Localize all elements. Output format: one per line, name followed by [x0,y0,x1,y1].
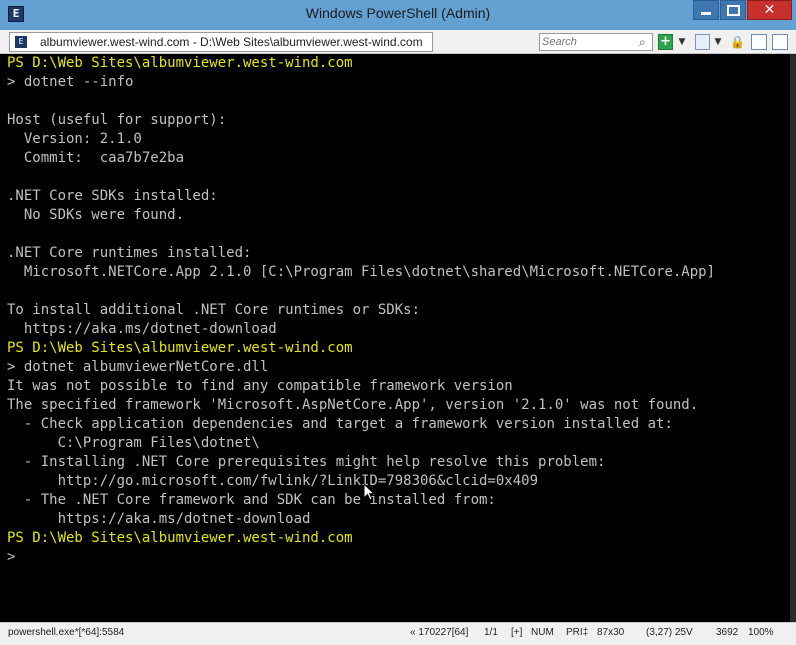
console-line: .NET Core SDKs installed: [7,188,218,204]
console-prompt-line: PS D:\Web Sites\albumviewer.west-wind.co… [7,530,353,546]
status-memory[interactable]: 3692 [716,627,738,638]
console-scrollbar[interactable] [790,54,796,622]
console-line: Host (useful for support): [7,112,227,128]
console-line: It was not possible to find any compatib… [7,378,513,394]
status-bar: powershell.exe*[*64]:5584 « 170227[64] 1… [0,622,796,645]
view-button[interactable] [695,34,710,50]
search-box[interactable]: ⌕ [539,33,653,51]
maximize-icon [726,4,740,16]
console-line: - Installing .NET Core prerequisites mig… [7,454,606,470]
search-input[interactable] [542,34,636,50]
close-icon: ✕ [763,2,776,18]
minimize-button[interactable] [693,0,719,20]
console-prompt-line: PS D:\Web Sites\albumviewer.west-wind.co… [7,340,353,356]
tab-label: albumviewer.west-wind.com - D:\Web Sites… [40,35,423,49]
status-process: powershell.exe*[*64]:5584 [8,627,125,638]
console-prompt-line: PS D:\Web Sites\albumviewer.west-wind.co… [7,55,353,71]
view-dropdown-icon[interactable]: ▼ [713,34,723,50]
console-line: Microsoft.NETCore.App 2.1.0 [C:\Program … [7,264,716,280]
console-line: - The .NET Core framework and SDK can be… [7,492,496,508]
console-line: https://aka.ms/dotnet-download [7,321,277,337]
minimize-icon [701,11,711,15]
new-console-button[interactable]: + [658,34,673,50]
console-line: > dotnet albumviewerNetCore.dll [7,359,269,375]
console-line: > [7,549,16,565]
toolbar: E albumviewer.west-wind.com - D:\Web Sit… [0,30,796,54]
status-pages[interactable]: 1/1 [484,627,498,638]
new-console-dropdown-icon[interactable]: ▼ [677,34,687,50]
console-tab-icon: E [15,36,27,48]
console-line: .NET Core runtimes installed: [7,245,252,261]
console-line: The specified framework 'Microsoft.AspNe… [7,397,699,413]
close-button[interactable]: ✕ [747,0,792,20]
status-num[interactable]: NUM [531,627,554,638]
status-cursor-pos[interactable]: (3,27) 25V [646,627,693,638]
menu-button[interactable] [772,34,788,50]
search-icon[interactable]: ⌕ [639,35,649,49]
status-plus[interactable]: [+] [511,627,522,638]
console-line: C:\Program Files\dotnet\ [7,435,260,451]
console-line: No SDKs were found. [7,207,185,223]
console-line: To install additional .NET Core runtimes… [7,302,421,318]
console-line: > dotnet --info [7,74,134,90]
split-panel-button[interactable] [751,34,767,50]
console-line: Version: 2.1.0 [7,131,142,147]
status-build[interactable]: « 170227[64] [410,627,468,638]
console-line: - Check application dependencies and tar… [7,416,673,432]
console-line: http://go.microsoft.com/fwlink/?LinkID=7… [7,473,539,489]
console-output[interactable]: PS D:\Web Sites\albumviewer.west-wind.co… [0,54,790,622]
tab-console[interactable]: E albumviewer.west-wind.com - D:\Web Sit… [9,32,433,52]
window-title: Windows PowerShell (Admin) [305,5,491,21]
powershell-window: E Windows PowerShell (Admin) ✕ E albumvi… [0,0,796,645]
status-zoom[interactable]: 100% [748,627,774,638]
status-size[interactable]: 87x30 [597,627,624,638]
console-line: Commit: caa7b7e2ba [7,150,185,166]
maximize-button[interactable] [720,0,746,20]
title-bar[interactable]: E Windows PowerShell (Admin) ✕ [0,0,796,30]
status-priority[interactable]: PRI‡ [566,627,588,638]
lock-icon[interactable]: 🔒 [730,34,745,50]
console-line: https://aka.ms/dotnet-download [7,511,311,527]
